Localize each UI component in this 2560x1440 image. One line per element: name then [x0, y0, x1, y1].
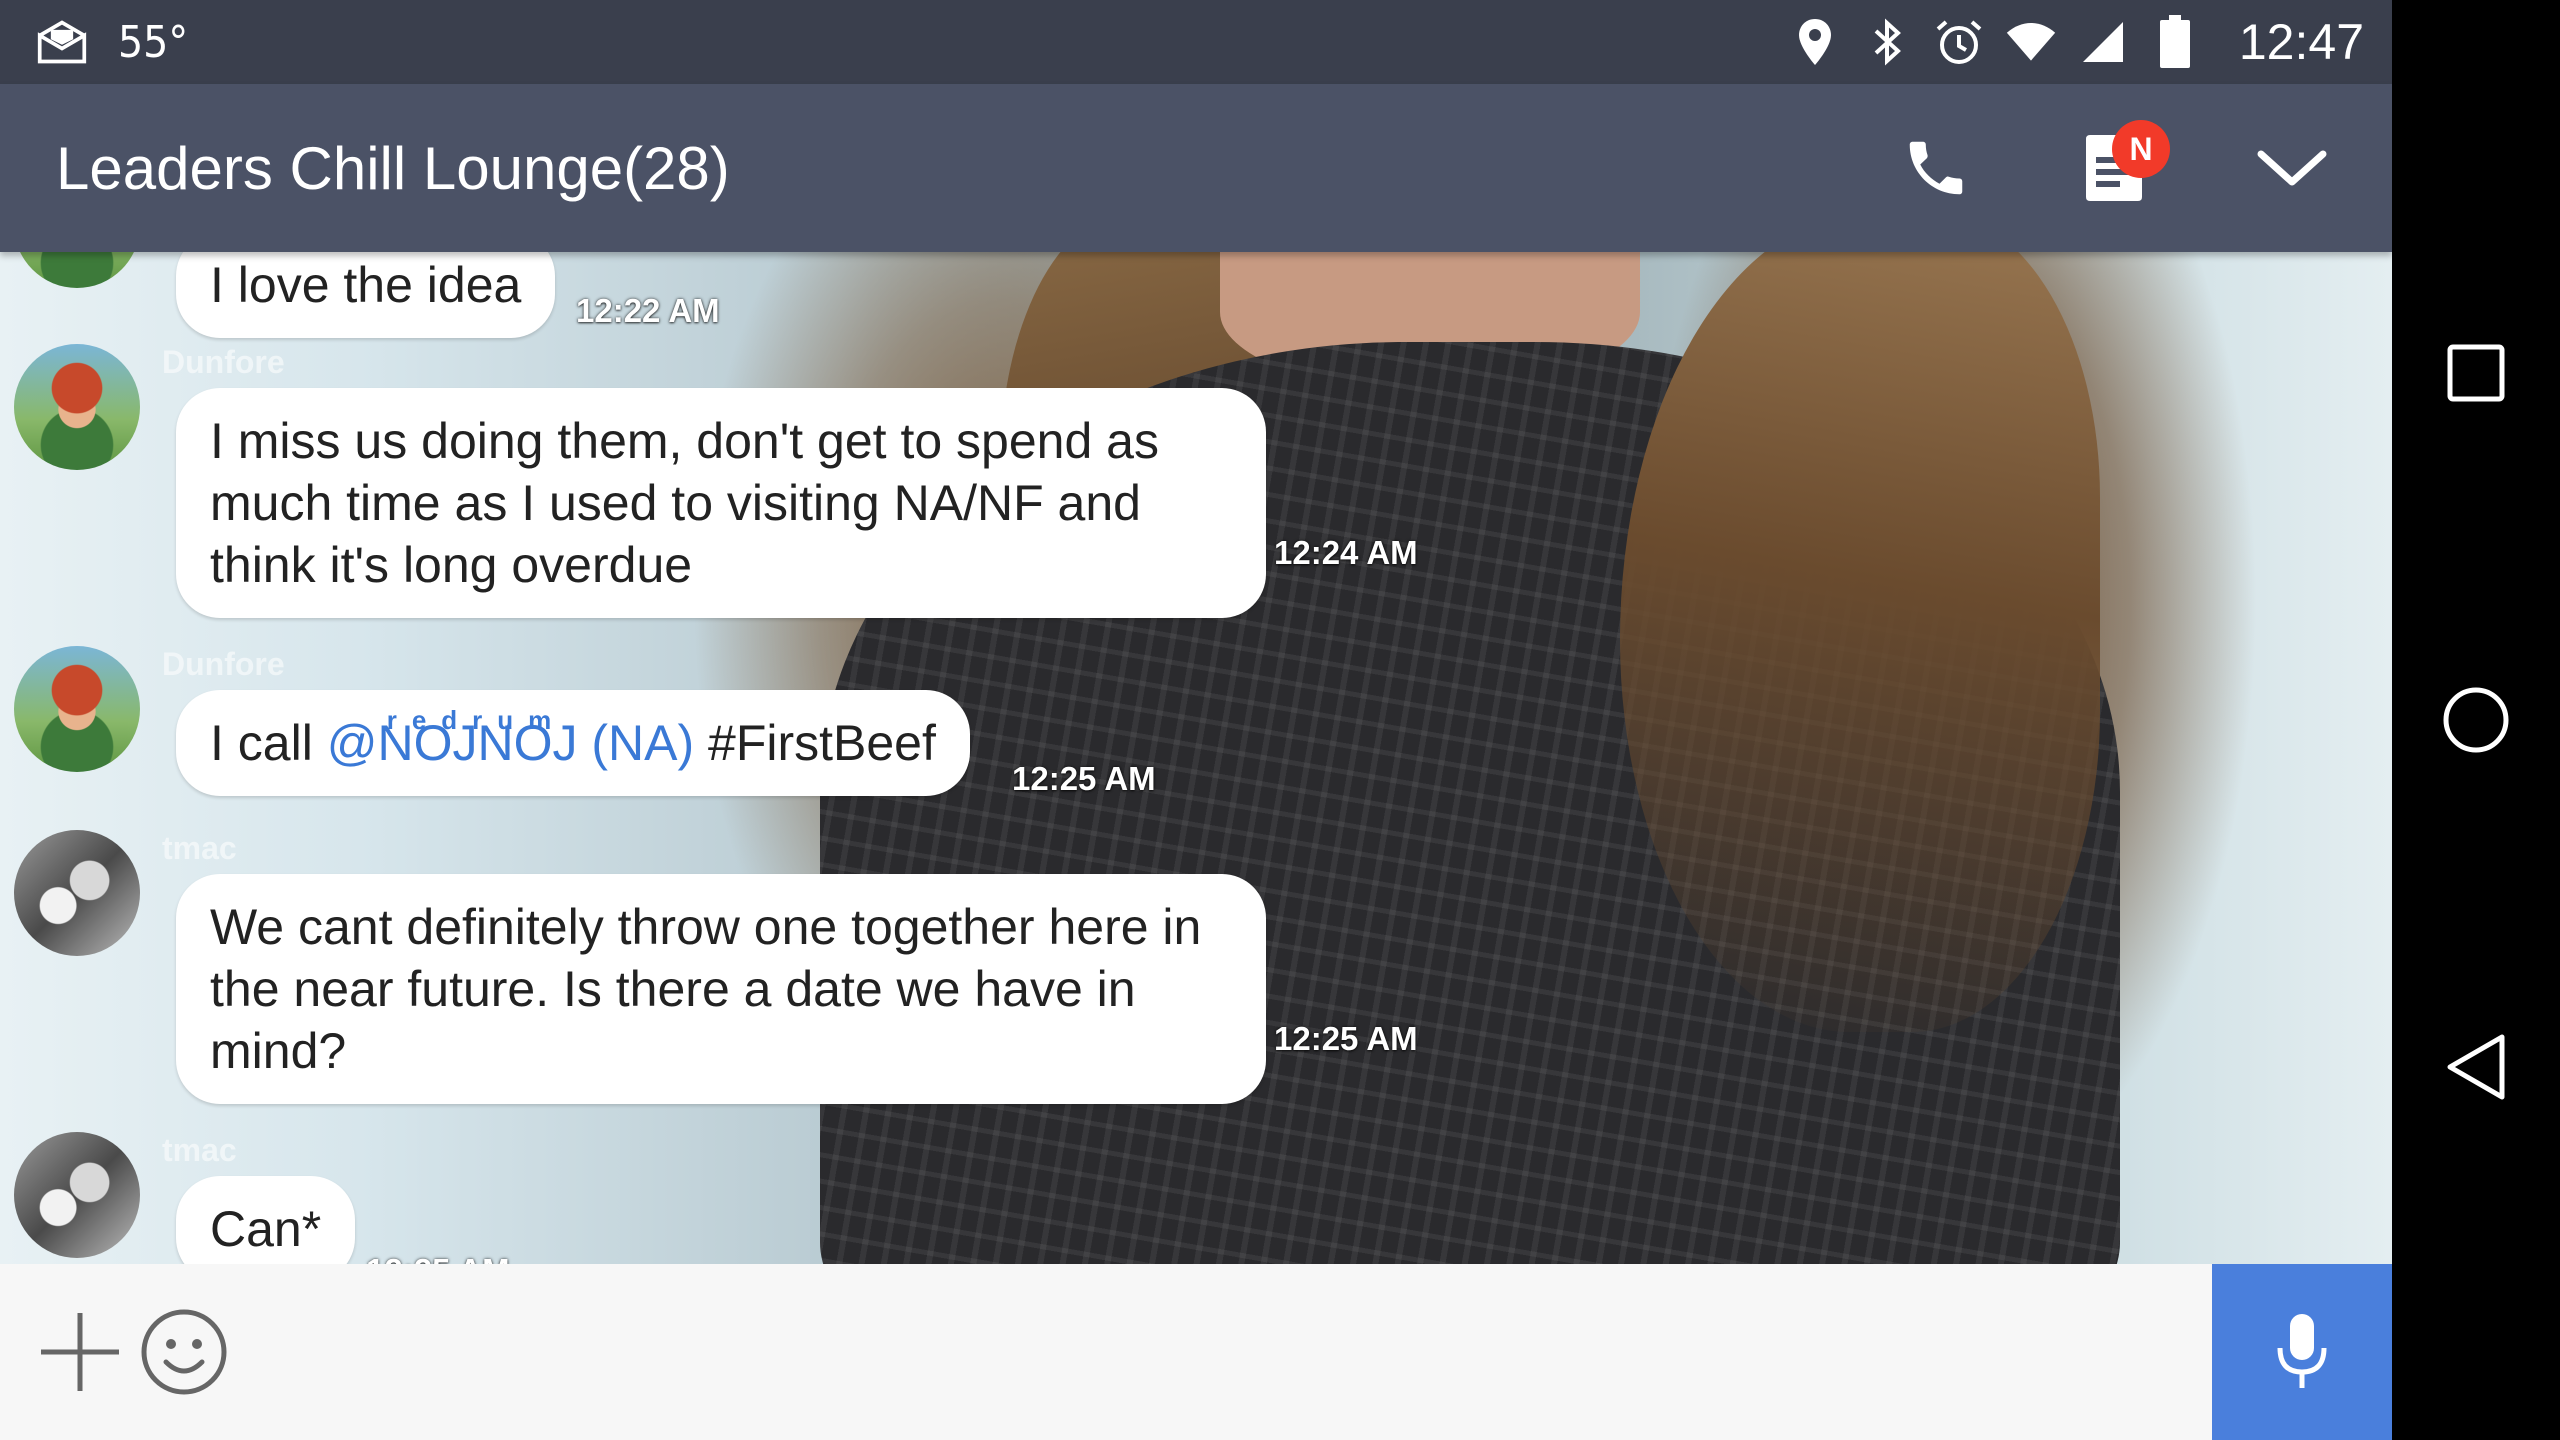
avatar[interactable]	[14, 252, 140, 288]
message-bubble[interactable]: Can*	[176, 1176, 356, 1264]
message-text: I love the idea	[210, 257, 522, 313]
notes-badge: N	[2112, 120, 2170, 178]
wifi-icon	[2005, 16, 2057, 68]
chevron-down-icon	[2257, 150, 2327, 186]
emoji-icon	[141, 1309, 227, 1395]
message-text: #FirstBeef	[694, 715, 936, 771]
plus-icon	[41, 1313, 119, 1391]
sender-name: Dunfore	[162, 344, 285, 380]
emoji-button[interactable]	[134, 1302, 234, 1402]
message-item: tmac We cant definitely throw one togeth…	[0, 830, 1500, 1130]
avatar[interactable]	[14, 344, 140, 470]
avatar[interactable]	[14, 646, 140, 772]
bluetooth-icon	[1861, 16, 1913, 68]
message-bubble[interactable]: We cant definitely throw one together he…	[176, 874, 1266, 1104]
phone-icon	[1909, 141, 1963, 195]
message-bubble[interactable]: I love the idea	[176, 252, 556, 338]
message-timestamp: 12:25 AM	[1274, 1020, 1418, 1057]
chat-area[interactable]: I love the idea 12:22 AM Dunfore I miss …	[0, 252, 2392, 1264]
message-input-bar	[0, 1264, 2392, 1440]
status-time: 12:47	[2238, 14, 2364, 70]
message-bubble[interactable]: I miss us doing them, don't get to spend…	[176, 388, 1266, 618]
message-bubble[interactable]: I call redrum @NOJNOJ (NA) #FirstBeef	[176, 690, 970, 796]
status-bar: 55° 12:47	[0, 0, 2392, 84]
attach-button[interactable]	[30, 1302, 130, 1402]
message-text: I call	[210, 715, 327, 771]
location-icon	[1789, 16, 1841, 68]
sender-name: tmac	[162, 830, 237, 866]
signal-icon	[2077, 16, 2129, 68]
message-item: Dunfore I call redrum @NOJNOJ (NA) #First…	[0, 646, 1500, 826]
avatar[interactable]	[14, 1132, 140, 1258]
chat-header: Leaders Chill Lounge(28) N	[0, 84, 2392, 252]
message-timestamp: 12:25 AM	[1012, 760, 1156, 797]
sender-name: Dunfore	[162, 646, 285, 682]
message-text: I miss us doing them, don't get to spend…	[210, 413, 1159, 593]
call-button[interactable]	[1886, 118, 1986, 218]
recents-icon	[2447, 344, 2505, 402]
mention-link[interactable]: redrum @NOJNOJ (NA)	[327, 705, 694, 771]
mail-icon	[36, 16, 88, 68]
temperature-readout: 55°	[118, 16, 189, 68]
message-timestamp: 12:22 AM	[576, 292, 720, 329]
recents-button[interactable]	[2426, 323, 2526, 423]
message-timestamp: 12:25 AM	[366, 1252, 510, 1264]
avatar[interactable]	[14, 830, 140, 956]
message-item: Dunfore I miss us doing them, don't get …	[0, 344, 1500, 644]
voice-record-button[interactable]	[2212, 1264, 2392, 1440]
home-button[interactable]	[2426, 670, 2526, 770]
mic-icon	[2277, 1314, 2327, 1388]
message-text: Can*	[210, 1201, 322, 1257]
back-icon	[2447, 1034, 2505, 1100]
home-icon	[2443, 687, 2509, 753]
chat-title: Leaders Chill Lounge(28)	[56, 134, 730, 202]
battery-icon	[2149, 15, 2201, 68]
message-item: tmac Can* 12:25 AM	[0, 1132, 1500, 1264]
sender-name: tmac	[162, 1132, 237, 1168]
back-button[interactable]	[2426, 1017, 2526, 1117]
alarm-icon	[1933, 16, 1985, 68]
mention-nickname: redrum	[386, 705, 567, 735]
notes-button[interactable]: N	[2064, 118, 2170, 218]
menu-chevron-button[interactable]	[2242, 118, 2342, 218]
system-nav-bar	[2392, 0, 2560, 1440]
message-text: We cant definitely throw one together he…	[210, 899, 1202, 1079]
message-timestamp: 12:24 AM	[1274, 534, 1418, 571]
